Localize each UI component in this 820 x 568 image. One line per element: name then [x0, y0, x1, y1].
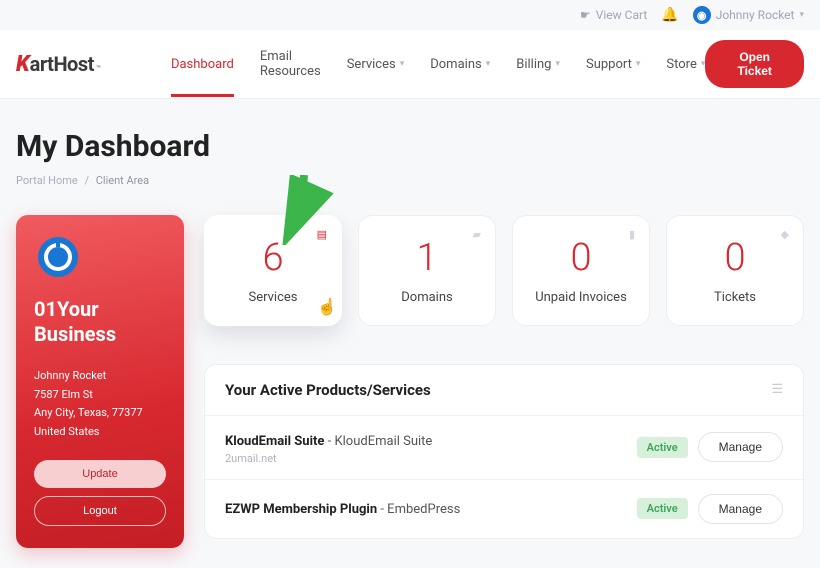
nav-services[interactable]: Services ▾: [347, 41, 405, 87]
logo-mark: K: [16, 52, 30, 77]
product-name: KloudEmail Suite: [225, 434, 324, 449]
chevron-down-icon: ▾: [555, 59, 560, 69]
nav-label: Billing: [516, 57, 551, 72]
user-avatar-icon: ◉: [693, 6, 711, 24]
manage-button[interactable]: Manage: [698, 494, 783, 524]
logo-tm: ™: [96, 64, 101, 73]
nav-label: Store: [666, 57, 696, 72]
stat-label: Domains: [369, 290, 485, 305]
product-name: EZWP Membership Plugin: [225, 502, 377, 517]
product-desc: - KloudEmail Suite: [324, 434, 432, 449]
globe-icon: ▰: [473, 228, 481, 241]
account-address: Johnny Rocket 7587 Elm St Any City, Texa…: [34, 367, 166, 442]
stat-label: Tickets: [677, 290, 793, 305]
user-name-label: Johnny Rocket: [716, 8, 795, 22]
account-citystate: Any City, Texas, 77377: [34, 404, 166, 423]
stat-invoices[interactable]: ▮ 0 Unpaid Invoices: [512, 215, 650, 326]
tag-icon: ◆: [781, 228, 789, 241]
account-street: 7587 Elm St: [34, 386, 166, 405]
nav-label: Email Resources: [260, 49, 321, 79]
chevron-down-icon: ▾: [799, 10, 804, 20]
nav-domains[interactable]: Domains ▾: [430, 41, 490, 87]
status-badge: Active: [637, 498, 688, 519]
stat-label: Services: [215, 290, 331, 305]
chevron-down-icon: ▾: [636, 59, 641, 69]
chevron-down-icon: ▾: [486, 59, 491, 69]
main-nav: Dashboard Email Resources Services ▾ Doma…: [171, 41, 705, 87]
breadcrumb: Portal Home / Client Area: [16, 174, 804, 187]
status-badge: Active: [637, 437, 688, 458]
product-desc: - EmbedPress: [377, 502, 460, 517]
product-sub: 2umail.net: [225, 452, 627, 465]
brand-logo[interactable]: KartHost™: [16, 52, 101, 77]
stat-value: 1: [369, 238, 485, 280]
nav-label: Domains: [430, 57, 481, 72]
stat-tickets[interactable]: ◆ 0 Tickets: [666, 215, 804, 326]
product-row[interactable]: KloudEmail Suite - KloudEmail Suite 2uma…: [205, 415, 803, 479]
nav-dashboard[interactable]: Dashboard: [171, 41, 234, 87]
stat-value: 0: [523, 238, 639, 280]
breadcrumb-current: Client Area: [96, 174, 149, 187]
nav-support[interactable]: Support ▾: [586, 41, 640, 87]
menu-icon[interactable]: ☰: [771, 382, 783, 397]
user-menu[interactable]: ◉ Johnny Rocket ▾: [693, 6, 804, 24]
active-products-panel: Your Active Products/Services ☰ KloudEma…: [204, 364, 804, 539]
chevron-down-icon: ▾: [701, 59, 706, 69]
page-title: My Dashboard: [16, 129, 804, 164]
breadcrumb-sep: /: [84, 174, 89, 187]
cart-icon: ☛: [580, 8, 591, 22]
nav-label: Dashboard: [171, 57, 234, 72]
view-cart-link[interactable]: ☛ View Cart: [580, 8, 647, 22]
account-country: United States: [34, 423, 166, 442]
logo-text: artHost: [30, 52, 94, 76]
account-card: 01Your Business Johnny Rocket 7587 Elm S…: [16, 215, 184, 548]
update-button[interactable]: Update: [34, 460, 166, 488]
nav-store[interactable]: Store ▾: [666, 41, 705, 87]
account-person: Johnny Rocket: [34, 367, 166, 386]
nav-email-resources[interactable]: Email Resources: [260, 41, 321, 87]
stat-value: 0: [677, 238, 793, 280]
stat-value: 6: [215, 238, 331, 280]
stat-label: Unpaid Invoices: [523, 290, 639, 305]
bell-icon: 🔔: [661, 7, 678, 23]
stat-domains[interactable]: ▰ 1 Domains: [358, 215, 496, 326]
stats-row: ▤ 6 Services ☝ ▰ 1 Domains ▮ 0 Unpaid In…: [204, 215, 804, 326]
stat-services[interactable]: ▤ 6 Services ☝: [204, 215, 342, 326]
breadcrumb-home[interactable]: Portal Home: [16, 174, 78, 187]
nav-billing[interactable]: Billing ▾: [516, 41, 560, 87]
manage-button[interactable]: Manage: [698, 432, 783, 462]
avatar-icon: [34, 233, 82, 281]
layers-icon: ▤: [317, 228, 327, 241]
notifications-button[interactable]: 🔔: [661, 7, 678, 23]
logout-button[interactable]: Logout: [34, 496, 166, 526]
file-icon: ▮: [629, 228, 635, 241]
product-row[interactable]: EZWP Membership Plugin - EmbedPress Acti…: [205, 479, 803, 538]
business-name: 01Your Business: [34, 297, 166, 347]
view-cart-label: View Cart: [596, 8, 648, 22]
nav-label: Services: [347, 57, 396, 72]
nav-label: Support: [586, 57, 632, 72]
products-heading: Your Active Products/Services: [225, 381, 431, 399]
open-ticket-button[interactable]: Open Ticket: [705, 40, 804, 88]
chevron-down-icon: ▾: [400, 59, 405, 69]
